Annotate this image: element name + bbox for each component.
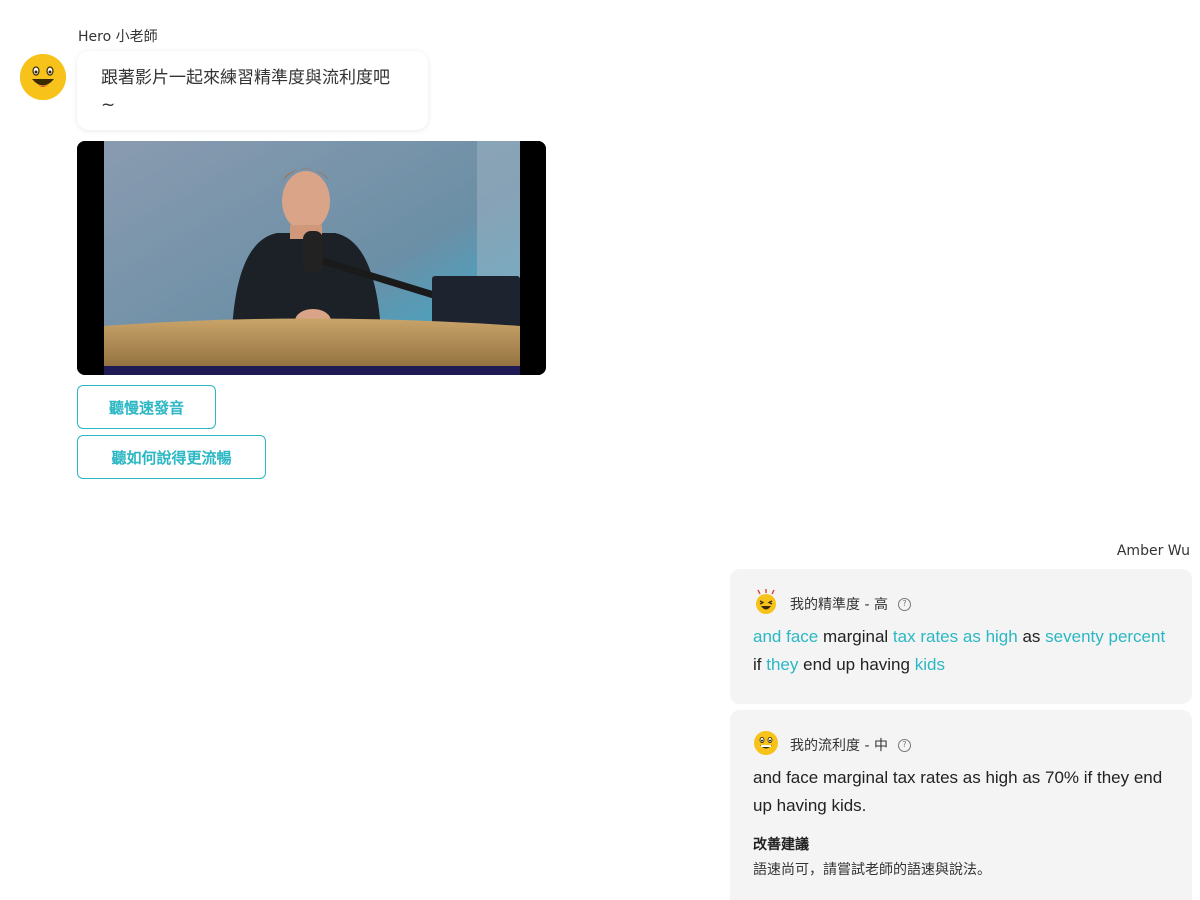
transcript-word: they [766,655,799,674]
fluent-speech-button[interactable]: 聽如何說得更流暢 [77,435,266,479]
transcript-word: kids [914,655,945,674]
grinning-face-icon [753,730,779,760]
transcript-word: up [836,655,856,674]
tutor-message-bubble: 跟著影片一起來練習精準度與流利度吧~ [77,51,428,130]
transcript-word: if [753,655,762,674]
transcript-word: having [859,655,910,674]
transcript-word: percent [1108,627,1166,646]
transcript-word: end [803,655,832,674]
transcript-word: high [985,627,1018,646]
fluency-transcript: and face marginal tax rates as high as 7… [753,768,1163,815]
suggestion-text: 語速尚可，請嘗試老師的語速與說法。 [753,862,991,878]
transcript-word: face [786,627,819,646]
help-circle-icon[interactable]: ? [897,738,911,752]
slow-pronunciation-button[interactable]: 聽慢速發音 [77,385,216,429]
user-name: Amber Wu [1116,543,1190,559]
accuracy-label: 我的精準度 - 高 [790,597,888,613]
smiley-face-icon [20,54,66,100]
accuracy-card: 我的精準度 - 高 ? and face marginal tax rates … [730,569,1192,704]
transcript-word: seventy [1045,627,1104,646]
chat-page: Hero 小老師 跟著影片一起來練習精準度與流利度吧~ 聽慢速發音 聽如何說得更… [0,0,1200,900]
fluency-card: 我的流利度 - 中 ? and face marginal tax rates … [730,710,1192,900]
transcript-word: rates [920,627,959,646]
transcript-word: marginal [822,627,889,646]
video-player[interactable] [77,141,546,375]
help-circle-icon[interactable]: ? [897,597,911,611]
tutor-name: Hero 小老師 [78,29,158,45]
transcript-word: and [753,627,782,646]
transcript-word: as [962,627,981,646]
transcript-word: tax [892,627,916,646]
suggestion-title: 改善建議 [753,837,809,853]
fluency-label: 我的流利度 - 中 [790,738,888,754]
accuracy-transcript: and face marginal tax rates as high as s… [753,623,1170,679]
laughing-face-icon [753,589,779,619]
transcript-word: as [1022,627,1041,646]
